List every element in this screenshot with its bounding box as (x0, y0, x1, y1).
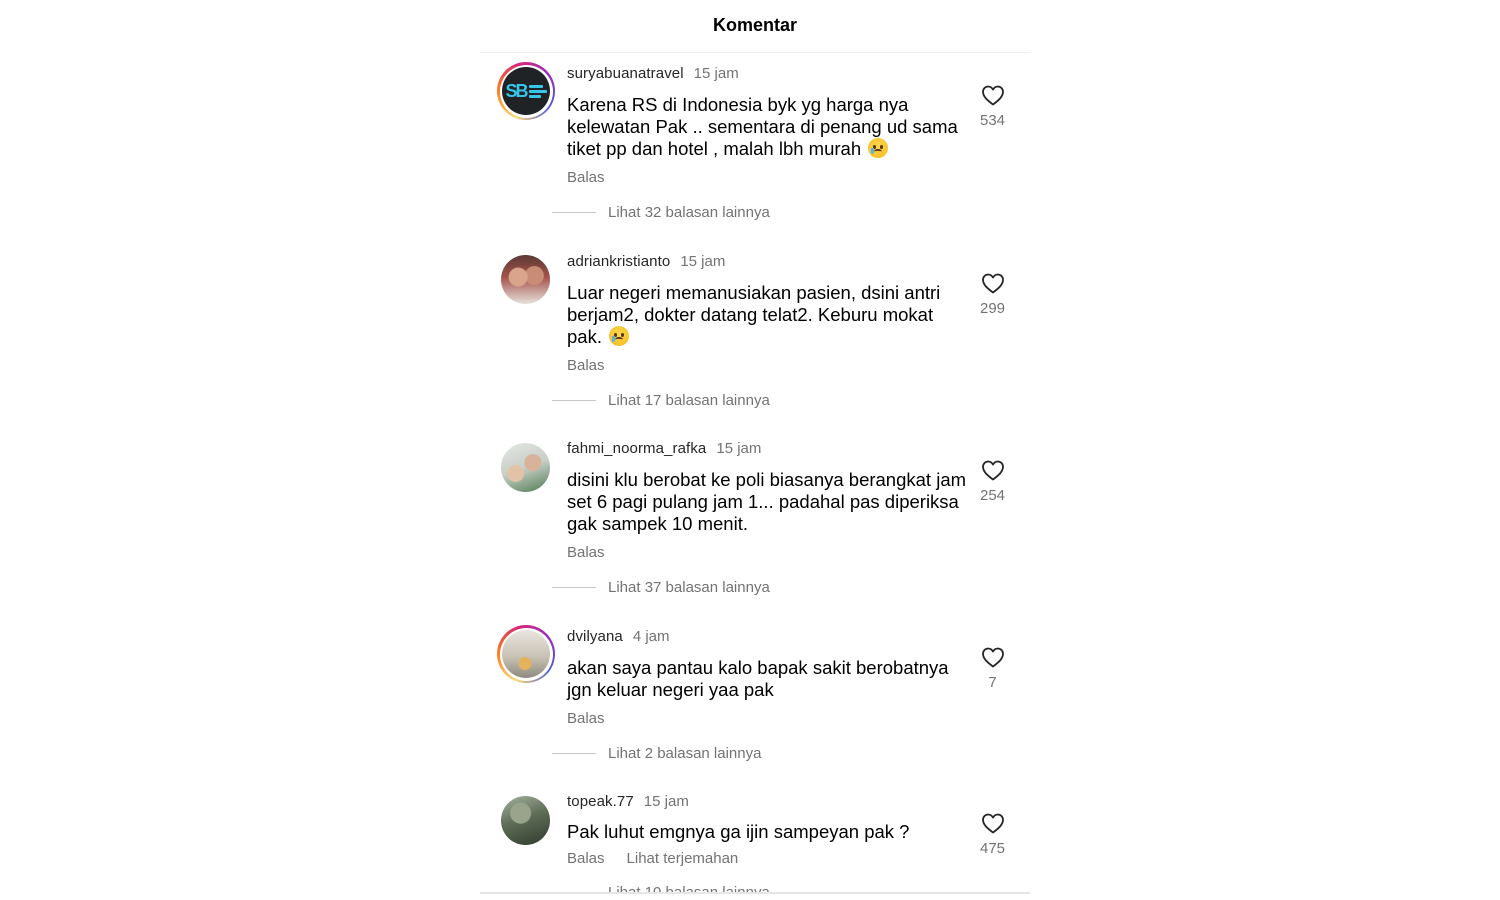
divider (552, 753, 596, 754)
surya-buana-logo-icon: SB (502, 67, 550, 115)
comment-username[interactable]: suryabuanatravel (567, 65, 684, 83)
comments-header: Komentar (480, 0, 1030, 53)
comment-text: akan saya pantau kalo bapak sakit beroba… (567, 657, 949, 700)
translate-button[interactable]: Lihat terjemahan (627, 850, 739, 867)
like-count: 254 (979, 487, 1006, 504)
comment-text: Pak luhut emgnya ga ijin sampeyan pak ? (567, 821, 910, 842)
user-photo (502, 630, 550, 678)
heart-outline-icon[interactable] (981, 272, 1005, 294)
like-control: 7 (970, 646, 1015, 691)
comment-text: disini klu berobat ke poli biasanya bera… (567, 469, 967, 534)
comment-time[interactable]: 15 jam (716, 440, 761, 458)
reply-button[interactable]: Balas (567, 544, 605, 561)
heart-outline-icon[interactable] (981, 84, 1005, 106)
view-replies-button[interactable]: Lihat 32 balasan lainnya (552, 204, 770, 221)
comment-username[interactable]: topeak.77 (567, 793, 634, 811)
avatar[interactable]: SB (497, 62, 555, 120)
avatar[interactable] (497, 625, 555, 683)
like-count: 7 (988, 674, 997, 691)
like-control: 534 (970, 84, 1015, 129)
comment-text: Karena RS di Indonesia byk yg harga nya … (567, 94, 958, 159)
comment-username[interactable]: dvilyana (567, 628, 623, 646)
view-replies-button[interactable]: Lihat 17 balasan lainnya (552, 392, 770, 409)
like-control: 299 (970, 272, 1015, 317)
like-count: 475 (979, 840, 1006, 857)
divider (552, 587, 596, 588)
view-replies-button[interactable]: Lihat 2 balasan lainnya (552, 745, 761, 762)
heart-outline-icon[interactable] (981, 459, 1005, 481)
view-replies-button[interactable]: Lihat 37 balasan lainnya (552, 579, 770, 596)
comment-username[interactable]: fahmi_noorma_rafka (567, 440, 706, 458)
divider (552, 212, 596, 213)
heart-outline-icon[interactable] (981, 646, 1005, 668)
comment-time[interactable]: 15 jam (680, 253, 725, 271)
heart-outline-icon[interactable] (981, 812, 1005, 834)
reply-button[interactable]: Balas (567, 710, 605, 727)
avatar[interactable] (501, 255, 550, 304)
comment-time[interactable]: 15 jam (694, 65, 739, 83)
reply-button[interactable]: Balas (567, 357, 605, 374)
bottom-divider (480, 892, 1030, 894)
like-control: 475 (970, 812, 1015, 857)
like-count: 299 (979, 300, 1006, 317)
like-count: 534 (979, 112, 1006, 129)
comment-time[interactable]: 4 jam (633, 628, 670, 646)
sad-face-emoji-icon (609, 326, 630, 346)
page-title: Komentar (712, 14, 797, 35)
comments-panel: Komentar SB suryabuanatravel 15 jam Kare… (480, 0, 1030, 900)
sad-face-emoji-icon (868, 138, 889, 158)
avatar[interactable] (501, 443, 550, 492)
avatar[interactable] (501, 796, 550, 845)
comment-text: Luar negeri memanusiakan pasien, dsini a… (567, 282, 941, 347)
like-control: 254 (970, 459, 1015, 504)
divider (552, 400, 596, 401)
reply-button[interactable]: Balas (567, 850, 605, 867)
comment-username[interactable]: adriankristianto (567, 253, 670, 271)
reply-button[interactable]: Balas (567, 169, 605, 186)
comment-time[interactable]: 15 jam (644, 793, 689, 811)
